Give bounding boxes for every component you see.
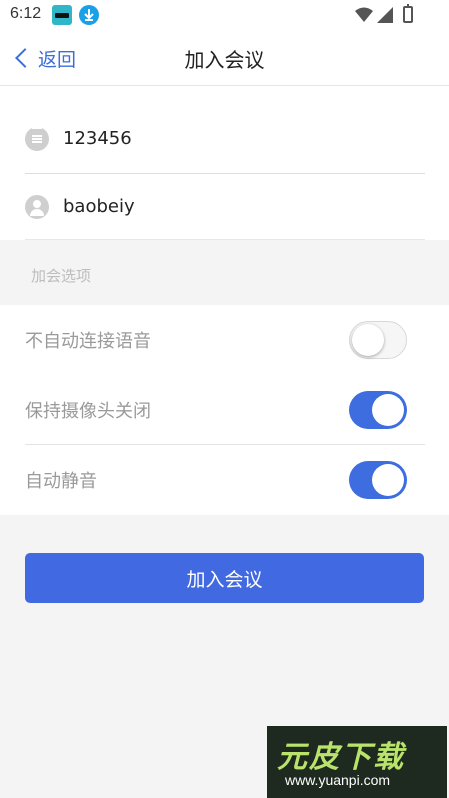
- keep-camera-off-toggle[interactable]: [349, 390, 407, 429]
- battery-icon: [403, 4, 413, 23]
- auto-mute-toggle[interactable]: [349, 461, 407, 499]
- join-form: 123456 baobeiy: [0, 86, 449, 240]
- status-bar: 6:12: [0, 0, 449, 30]
- option-label: 自动静音: [25, 471, 97, 492]
- page-title: 加入会议: [184, 48, 265, 72]
- no-auto-audio-toggle[interactable]: [349, 321, 407, 359]
- app-notification-icon: [52, 5, 72, 25]
- signal-icon: [377, 7, 393, 23]
- watermark-title: 元皮下载: [277, 740, 405, 775]
- user-icon: [25, 194, 49, 219]
- nav-bar: 返回 加入会议: [0, 30, 449, 86]
- watermark-url: www.yuanpi.com: [285, 772, 391, 788]
- meeting-id-field[interactable]: 123456: [25, 104, 425, 174]
- list-icon: [25, 126, 49, 151]
- username-field[interactable]: baobeiy: [25, 174, 425, 240]
- option-label: 不自动连接语音: [25, 331, 151, 352]
- option-keep-camera-off: 保持摄像头关闭: [25, 375, 425, 445]
- option-label: 保持摄像头关闭: [25, 400, 151, 422]
- option-no-auto-audio: 不自动连接语音: [25, 305, 425, 375]
- status-time: 6:12: [10, 5, 42, 22]
- options-section-title: 加会选项: [31, 267, 92, 285]
- option-auto-mute: 自动静音: [25, 445, 425, 515]
- download-notification-icon: [79, 5, 99, 25]
- username-value[interactable]: baobeiy: [63, 196, 135, 217]
- meeting-id-value[interactable]: 123456: [63, 128, 132, 149]
- join-meeting-button[interactable]: 加入会议: [25, 553, 424, 603]
- options-list: 不自动连接语音 保持摄像头关闭 自动静音: [0, 305, 449, 515]
- wifi-icon: [355, 7, 373, 22]
- watermark-logo: 元皮下载 www.yuanpi.com: [267, 726, 447, 798]
